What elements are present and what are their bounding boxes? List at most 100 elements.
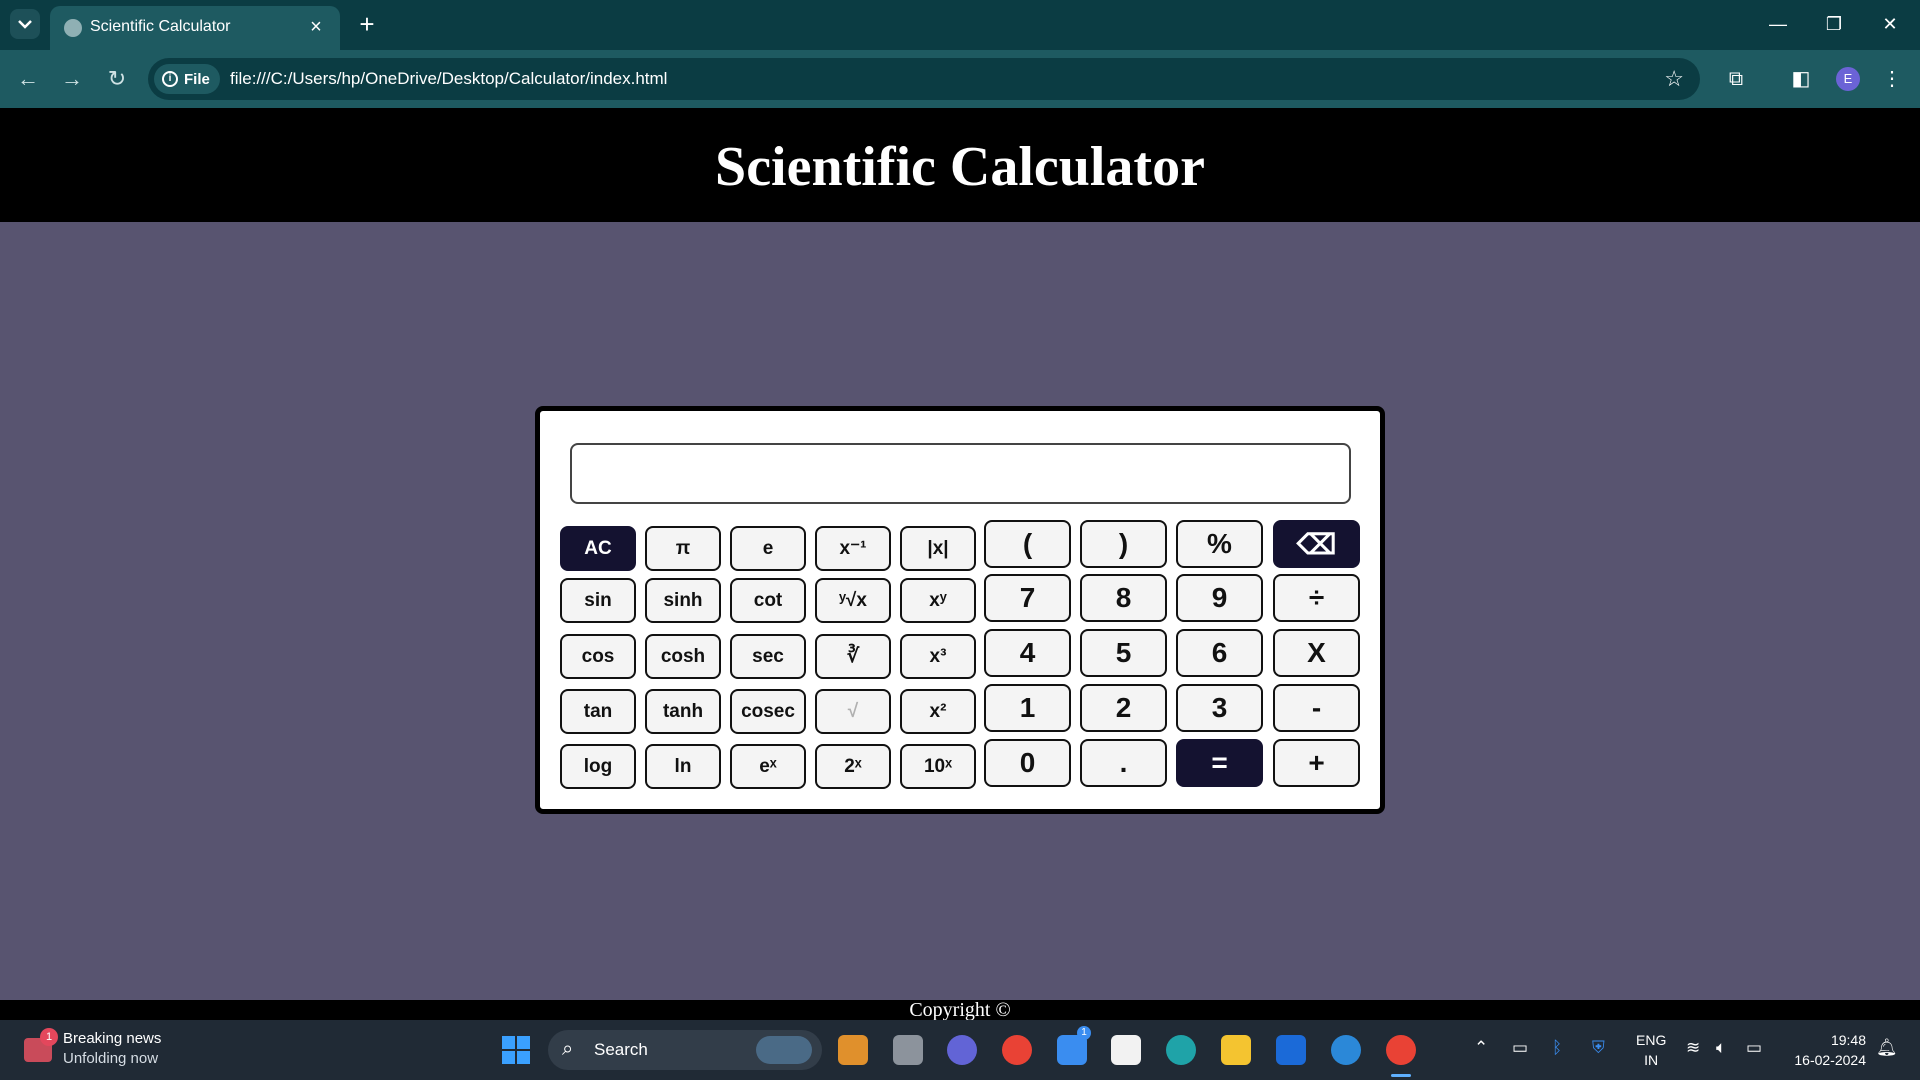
get-help-icon[interactable]	[1331, 1035, 1361, 1065]
key-sec[interactable]: sec	[730, 634, 806, 679]
key-power[interactable]: xʸ	[900, 578, 976, 623]
key-cos[interactable]: cos	[560, 634, 636, 679]
key-8[interactable]: 8	[1080, 574, 1167, 622]
key-sin[interactable]: sin	[560, 578, 636, 623]
key-9[interactable]: 9	[1176, 574, 1263, 622]
site-chip-label: File	[184, 70, 210, 88]
key-sinh[interactable]: sinh	[645, 578, 721, 623]
key-e[interactable]: e	[730, 526, 806, 571]
key-cube-root[interactable]: ∛	[815, 634, 891, 679]
tab-title: Scientific Calculator	[90, 18, 231, 35]
key-cube[interactable]: x³	[900, 634, 976, 679]
menu-kebab-icon[interactable]: ⋮	[1876, 63, 1908, 95]
key-cosh[interactable]: cosh	[645, 634, 721, 679]
system-clock[interactable]: 19:48 16-02-2024	[1786, 1030, 1866, 1070]
key-equals[interactable]: =	[1176, 739, 1263, 787]
key-ln[interactable]: ln	[645, 744, 721, 789]
key-abs[interactable]: |x|	[900, 526, 976, 571]
key-close-paren[interactable]: )	[1080, 520, 1167, 568]
teams-chat-icon[interactable]	[947, 1035, 977, 1065]
key-ten-power[interactable]: 10ˣ	[900, 744, 976, 789]
security-shield-icon[interactable]: ⛨	[1592, 1038, 1605, 1058]
key-pi[interactable]: π	[645, 526, 721, 571]
key-1[interactable]: 1	[984, 684, 1071, 732]
bluetooth-icon[interactable]: ᛒ	[1552, 1038, 1562, 1058]
news-subtitle[interactable]: Unfolding now	[63, 1050, 158, 1067]
key-2[interactable]: 2	[1080, 684, 1167, 732]
clock-time: 19:48	[1830, 1032, 1866, 1048]
url-text[interactable]: file:///C:/Users/hp/OneDrive/Desktop/Cal…	[230, 69, 667, 89]
key-sqrt[interactable]: √	[815, 689, 891, 734]
lang-line1: ENG	[1636, 1032, 1667, 1048]
key-0[interactable]: 0	[984, 739, 1071, 787]
file-explorer-icon[interactable]	[1221, 1035, 1251, 1065]
key-3[interactable]: 3	[1176, 684, 1263, 732]
key-decimal[interactable]: .	[1080, 739, 1167, 787]
notification-bell-icon[interactable]: 🔔︎	[1876, 1038, 1898, 1058]
copilot-app-icon[interactable]	[838, 1035, 868, 1065]
key-percent[interactable]: %	[1176, 520, 1263, 568]
key-two-power[interactable]: 2ˣ	[815, 744, 891, 789]
edge-icon[interactable]	[1166, 1035, 1196, 1065]
key-plus[interactable]: +	[1273, 739, 1360, 787]
taskbar-search[interactable]: ⌕ Search	[548, 1030, 822, 1070]
key-reciprocal[interactable]: x⁻¹	[815, 526, 891, 571]
key-tanh[interactable]: tanh	[645, 689, 721, 734]
language-indicator[interactable]: ENG IN	[1636, 1030, 1666, 1070]
calculator-display[interactable]	[570, 443, 1351, 504]
microsoft-store-icon[interactable]	[1111, 1035, 1141, 1065]
chevron-up-icon[interactable]: ⌃	[1474, 1038, 1488, 1058]
key-minus[interactable]: -	[1273, 684, 1360, 732]
site-info-chip[interactable]: i File	[154, 64, 220, 94]
key-ac[interactable]: AC	[560, 526, 636, 571]
page-header: Scientific Calculator	[0, 108, 1920, 222]
extensions-icon[interactable]: ⧉	[1720, 63, 1752, 95]
chrome-profile-icon[interactable]	[1386, 1035, 1416, 1065]
key-tan[interactable]: tan	[560, 689, 636, 734]
volume-icon[interactable]: 🔈︎	[1716, 1038, 1726, 1058]
key-log[interactable]: log	[560, 744, 636, 789]
address-bar[interactable]: i File file:///C:/Users/hp/OneDrive/Desk…	[148, 58, 1700, 100]
forward-button[interactable]: →	[56, 63, 88, 95]
bookmark-star-icon[interactable]: ☆	[1664, 66, 1684, 92]
new-tab-button[interactable]: +	[352, 9, 382, 39]
key-backspace[interactable]: ⌫	[1273, 520, 1360, 568]
back-button[interactable]: ←	[12, 63, 44, 95]
side-panel-icon[interactable]: ◧	[1785, 63, 1817, 95]
tab-active[interactable]: Scientific Calculator ×	[50, 6, 340, 50]
close-window-button[interactable]: ✕	[1862, 6, 1918, 42]
profile-avatar[interactable]: E	[1836, 67, 1860, 91]
lang-line2: IN	[1644, 1052, 1659, 1068]
page-title: Scientific Calculator	[715, 136, 1205, 198]
myhp-icon[interactable]	[1276, 1035, 1306, 1065]
key-cot[interactable]: cot	[730, 578, 806, 623]
restore-button[interactable]: ❐	[1806, 6, 1862, 42]
cast-icon[interactable]: ▭	[1512, 1038, 1528, 1058]
minimize-button[interactable]: —	[1750, 6, 1806, 42]
key-7[interactable]: 7	[984, 574, 1071, 622]
os-taskbar: 1 Breaking news Unfolding now ⌕ Search 1…	[0, 1020, 1920, 1080]
page-footer: Copyright ©	[0, 1000, 1920, 1020]
active-app-indicator	[1391, 1074, 1411, 1077]
wifi-icon[interactable]: ≋	[1686, 1038, 1700, 1058]
key-6[interactable]: 6	[1176, 629, 1263, 677]
chrome-icon[interactable]	[1002, 1035, 1032, 1065]
reload-button[interactable]: ↻	[101, 63, 133, 95]
key-4[interactable]: 4	[984, 629, 1071, 677]
key-5[interactable]: 5	[1080, 629, 1167, 677]
task-view-icon[interactable]	[893, 1035, 923, 1065]
search-icon: ⌕	[562, 1038, 574, 1060]
battery-icon[interactable]: ▭	[1746, 1038, 1762, 1058]
key-open-paren[interactable]: (	[984, 520, 1071, 568]
tab-close-icon[interactable]: ×	[304, 15, 328, 39]
key-square[interactable]: x²	[900, 689, 976, 734]
windows-start-icon[interactable]	[502, 1036, 530, 1064]
key-cosec[interactable]: cosec	[730, 689, 806, 734]
info-icon: i	[162, 71, 178, 87]
tab-search-button[interactable]	[10, 9, 40, 39]
news-title[interactable]: Breaking news	[63, 1030, 161, 1047]
key-yroot[interactable]: ʸ√x	[815, 578, 891, 623]
key-divide[interactable]: ÷	[1273, 574, 1360, 622]
key-exp[interactable]: eˣ	[730, 744, 806, 789]
key-multiply[interactable]: X	[1273, 629, 1360, 677]
